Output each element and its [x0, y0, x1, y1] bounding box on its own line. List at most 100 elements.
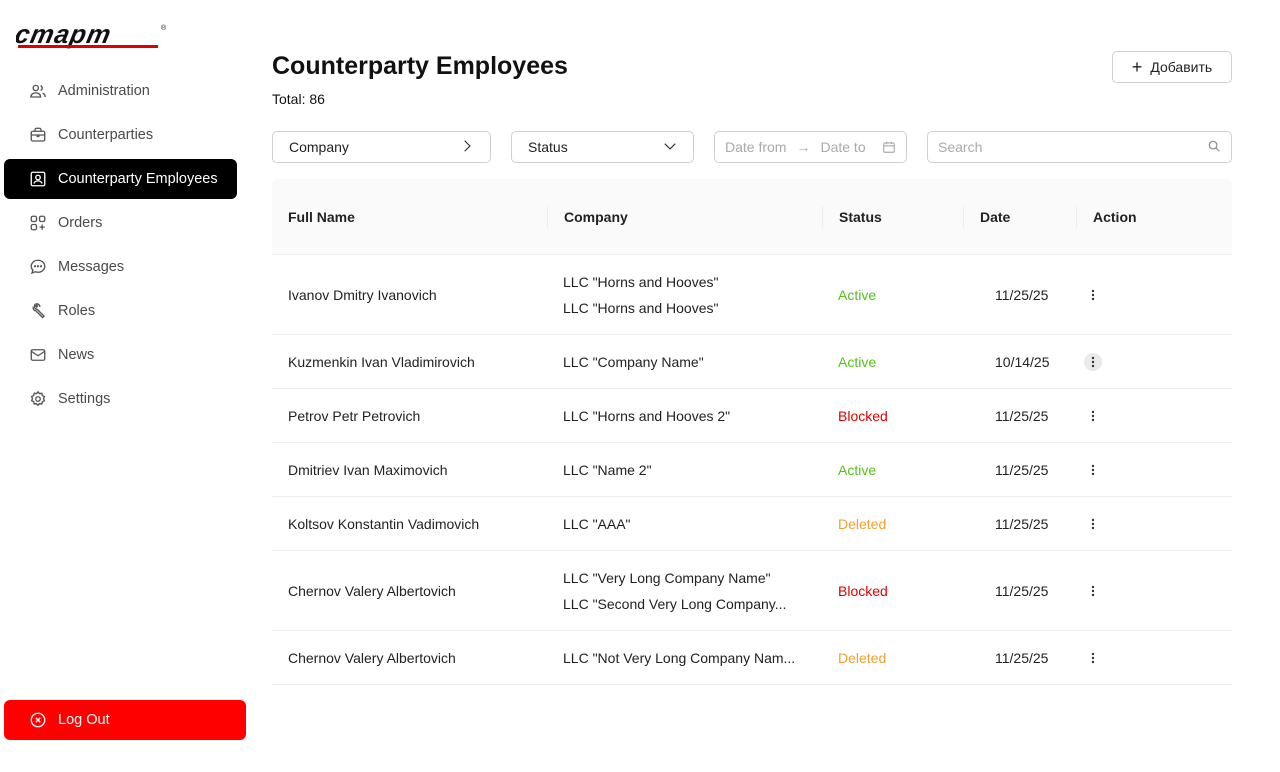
cell-date: 10/14/25 — [995, 353, 1050, 370]
company-line: LLC "AAA" — [563, 515, 631, 532]
column-header-status[interactable]: Status — [822, 205, 963, 228]
table-row[interactable]: Koltsov Konstantin Vadimovich LLC "AAA" … — [272, 497, 1232, 551]
column-header-date[interactable]: Date — [963, 205, 1076, 228]
table-header: Full Name Company Status Date Action — [272, 179, 1232, 255]
arrow-right-icon: → — [796, 139, 811, 155]
sidebar-item-label: News — [58, 347, 95, 363]
cell-date: 11/25/25 — [995, 461, 1049, 478]
cell-full-name: Petrov Petr Petrovich — [288, 407, 421, 424]
total-count: Total: 86 — [272, 91, 325, 107]
sidebar-item-label: Messages — [58, 259, 125, 275]
date-to-field[interactable]: Date to — [820, 139, 865, 155]
sidebar-item-administration[interactable]: Administration — [4, 71, 237, 111]
status-badge: Active — [838, 461, 877, 478]
sidebar-item-label: Counterparty Employees — [58, 171, 218, 187]
company-filter-label: Company — [289, 139, 349, 155]
sidebar-item-counterparties[interactable]: Counterparties — [4, 115, 237, 155]
cell-company: LLC "Not Very Long Company Nam... — [547, 645, 822, 671]
logout-label: Log Out — [58, 712, 110, 728]
sidebar-item-messages[interactable]: Messages — [4, 247, 237, 287]
cell-date: 11/25/25 — [995, 286, 1049, 303]
company-line: LLC "Horns and Hooves" — [563, 299, 719, 316]
status-filter[interactable]: Status — [511, 131, 694, 163]
cell-full-name: Chernov Valery Albertovich — [288, 582, 456, 599]
sidebar-item-label: Orders — [58, 215, 103, 231]
status-badge: Deleted — [838, 649, 887, 666]
add-button[interactable]: + Добавить — [1112, 51, 1232, 83]
table-row[interactable]: Petrov Petr Petrovich LLC "Horns and Hoo… — [272, 389, 1232, 443]
company-line: LLC "Not Very Long Company Nam... — [563, 649, 796, 666]
cell-date: 11/25/25 — [995, 582, 1049, 599]
cell-company: LLC "Horns and Hooves" LLC "Horns and Ho… — [547, 269, 822, 321]
table-row[interactable]: Kuzmenkin Ivan Vladimirovich LLC "Compan… — [272, 335, 1232, 389]
column-header-full-name[interactable]: Full Name — [272, 206, 547, 228]
sidebar-item-label: Administration — [58, 83, 150, 99]
search-icon[interactable] — [1207, 139, 1221, 156]
apps-icon — [28, 213, 48, 233]
company-line: LLC "Name 2" — [563, 461, 652, 478]
cell-full-name: Chernov Valery Albertovich — [288, 649, 456, 666]
add-button-label: Добавить — [1150, 59, 1213, 75]
chevron-down-icon — [663, 139, 677, 156]
gear-icon — [28, 389, 48, 409]
sidebar-item-label: Settings — [58, 391, 111, 407]
id-card-icon — [28, 169, 48, 189]
chevron-right-icon — [460, 139, 474, 156]
page-title: Counterparty Employees — [272, 52, 568, 80]
column-header-action: Action — [1076, 205, 1232, 228]
more-vertical-icon[interactable] — [1084, 286, 1102, 304]
status-badge: Blocked — [838, 407, 888, 424]
sidebar-nav: Administration Counterparties Counterpar… — [4, 71, 237, 423]
cell-date: 11/25/25 — [995, 515, 1049, 532]
close-circle-icon — [28, 710, 48, 730]
cell-date: 11/25/25 — [995, 407, 1049, 424]
cell-full-name: Dmitriev Ivan Maximovich — [288, 461, 448, 478]
company-line: LLC "Second Very Long Company... — [563, 595, 787, 612]
sidebar-item-settings[interactable]: Settings — [4, 379, 237, 419]
column-header-company[interactable]: Company — [547, 205, 822, 228]
sidebar-item-orders[interactable]: Orders — [4, 203, 237, 243]
mail-icon — [28, 345, 48, 365]
cell-company: LLC "AAA" — [547, 511, 822, 537]
status-badge: Deleted — [838, 515, 887, 532]
cell-full-name: Kuzmenkin Ivan Vladimirovich — [288, 353, 475, 370]
logout-button[interactable]: Log Out — [4, 700, 246, 740]
status-filter-label: Status — [528, 139, 568, 155]
company-line: LLC "Horns and Hooves 2" — [563, 407, 731, 424]
more-vertical-icon[interactable] — [1084, 461, 1102, 479]
company-line: LLC "Very Long Company Name" — [563, 569, 771, 586]
sidebar-item-news[interactable]: News — [4, 335, 237, 375]
chat-icon — [28, 257, 48, 277]
table-row[interactable]: Chernov Valery Albertovich LLC "Not Very… — [272, 631, 1232, 685]
more-vertical-icon[interactable] — [1084, 352, 1102, 371]
status-badge: Active — [838, 286, 877, 303]
more-vertical-icon[interactable] — [1084, 515, 1102, 533]
table-row[interactable]: Dmitriev Ivan Maximovich LLC "Name 2" Ac… — [272, 443, 1232, 497]
users-icon — [28, 81, 48, 101]
cell-company: LLC "Horns and Hooves 2" — [547, 403, 822, 429]
sidebar-item-roles[interactable]: Roles — [4, 291, 237, 331]
table-row[interactable]: Chernov Valery Albertovich LLC "Very Lon… — [272, 551, 1232, 631]
more-vertical-icon[interactable] — [1084, 582, 1102, 600]
search-input[interactable] — [938, 139, 1178, 155]
company-line: LLC "Company Name" — [563, 353, 704, 370]
sidebar-item-counterparty-employees[interactable]: Counterparty Employees — [4, 159, 237, 199]
cell-date: 11/25/25 — [995, 649, 1049, 666]
cell-company: LLC "Very Long Company Name" LLC "Second… — [547, 565, 822, 617]
status-badge: Blocked — [838, 582, 888, 599]
table-row[interactable]: Ivanov Dmitry Ivanovich LLC "Horns and H… — [272, 255, 1232, 335]
date-range-picker[interactable]: Date from → Date to — [714, 131, 907, 163]
company-filter[interactable]: Company — [272, 131, 491, 163]
brand-logo: старт ® — [16, 22, 167, 49]
cell-full-name: Koltsov Konstantin Vadimovich — [288, 515, 480, 532]
search-box — [927, 131, 1232, 163]
date-from-field[interactable]: Date from — [725, 139, 786, 155]
sidebar-item-label: Roles — [58, 303, 96, 319]
more-vertical-icon[interactable] — [1084, 649, 1102, 667]
more-vertical-icon[interactable] — [1084, 407, 1102, 425]
cell-full-name: Ivanov Dmitry Ivanovich — [288, 286, 437, 303]
sidebar-item-label: Counterparties — [58, 127, 154, 143]
calendar-icon — [882, 140, 896, 154]
logo-text: старт — [16, 22, 115, 49]
cell-company: LLC "Name 2" — [547, 457, 822, 483]
